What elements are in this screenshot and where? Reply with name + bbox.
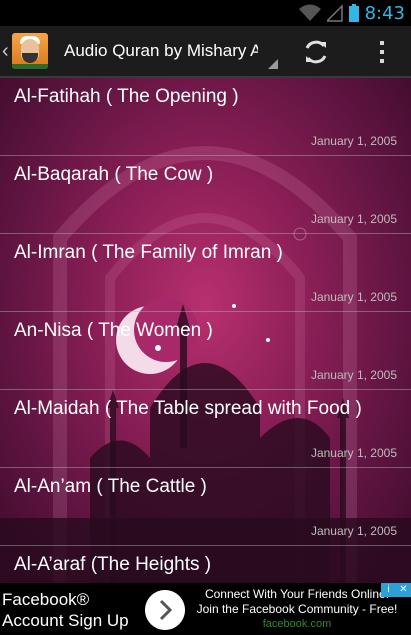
adchoices-icon[interactable]: i ✕ — [381, 583, 411, 597]
status-bar: 8:43 — [0, 0, 411, 26]
app-logo[interactable] — [12, 33, 48, 69]
surah-title: Al-A’araf (The Heights ) — [14, 554, 212, 575]
list-item[interactable]: Al-Baqarah ( The Cow ) January 1, 2005 — [0, 156, 411, 234]
surah-date: January 1, 2005 — [310, 212, 397, 226]
surah-date: January 1, 2005 — [310, 290, 397, 304]
title-spinner[interactable]: Audio Quran by Mishary Alafasy — [64, 25, 278, 77]
action-bar: ‹ Audio Quran by Mishary Alafasy — [0, 26, 411, 78]
list-item[interactable]: Al-Fatihah ( The Opening ) January 1, 20… — [0, 78, 411, 156]
surah-title: Al-Maidah ( The Table spread with Food ) — [14, 398, 362, 419]
ad-brand-line1: Facebook® — [2, 590, 90, 609]
list-item[interactable]: Al-A’araf (The Heights ) — [0, 546, 411, 583]
ad-close-icon[interactable]: ✕ — [396, 583, 411, 597]
overflow-menu-icon[interactable] — [372, 38, 392, 66]
surah-title: Al-An’am ( The Cattle ) — [14, 476, 207, 497]
up-caret-icon[interactable]: ‹ — [2, 40, 12, 63]
refresh-icon[interactable] — [300, 36, 332, 68]
ad-info-icon[interactable]: i — [381, 583, 396, 597]
surah-title: Al-Baqarah ( The Cow ) — [14, 164, 214, 185]
ad-url[interactable]: facebook.com — [186, 617, 408, 632]
clock: 8:43 — [364, 2, 405, 24]
surah-date: January 1, 2005 — [310, 524, 397, 538]
ad-banner[interactable]: Facebook® Account Sign Up Connect With Y… — [0, 583, 411, 635]
app-title: Audio Quran by Mishary Alafasy — [64, 41, 258, 60]
ad-arrow-button[interactable] — [145, 590, 185, 630]
signal-icon — [326, 4, 343, 22]
surah-date: January 1, 2005 — [310, 368, 397, 382]
surah-title: An-Nisa ( The Women ) — [14, 320, 213, 341]
ad-brand-line2: Account Sign Up — [2, 611, 129, 630]
spinner-dropdown-icon — [268, 59, 278, 69]
wifi-icon — [298, 4, 321, 21]
battery-icon — [348, 4, 359, 22]
ad-text-line2: Join the Facebook Community - Free! — [196, 602, 398, 616]
list-item[interactable]: Al-Maidah ( The Table spread with Food )… — [0, 390, 411, 468]
surah-list: Al-Fatihah ( The Opening ) January 1, 20… — [0, 78, 411, 583]
surah-title: Al-Imran ( The Family of Imran ) — [14, 242, 283, 263]
ad-brand: Facebook® Account Sign Up — [2, 589, 129, 631]
list-item[interactable]: An-Nisa ( The Women ) January 1, 2005 — [0, 312, 411, 390]
surah-date: January 1, 2005 — [310, 446, 397, 460]
surah-title: Al-Fatihah ( The Opening ) — [14, 86, 239, 107]
list-item[interactable]: Al-Imran ( The Family of Imran ) January… — [0, 234, 411, 312]
ad-text-line1: Connect With Your Friends Online! — [204, 587, 390, 601]
surah-list-area: Al-Fatihah ( The Opening ) January 1, 20… — [0, 78, 411, 583]
ad-text: Connect With Your Friends Online! Join t… — [186, 587, 408, 632]
list-item[interactable]: Al-An’am ( The Cattle ) January 1, 2005 — [0, 468, 411, 546]
surah-date: January 1, 2005 — [310, 134, 397, 148]
